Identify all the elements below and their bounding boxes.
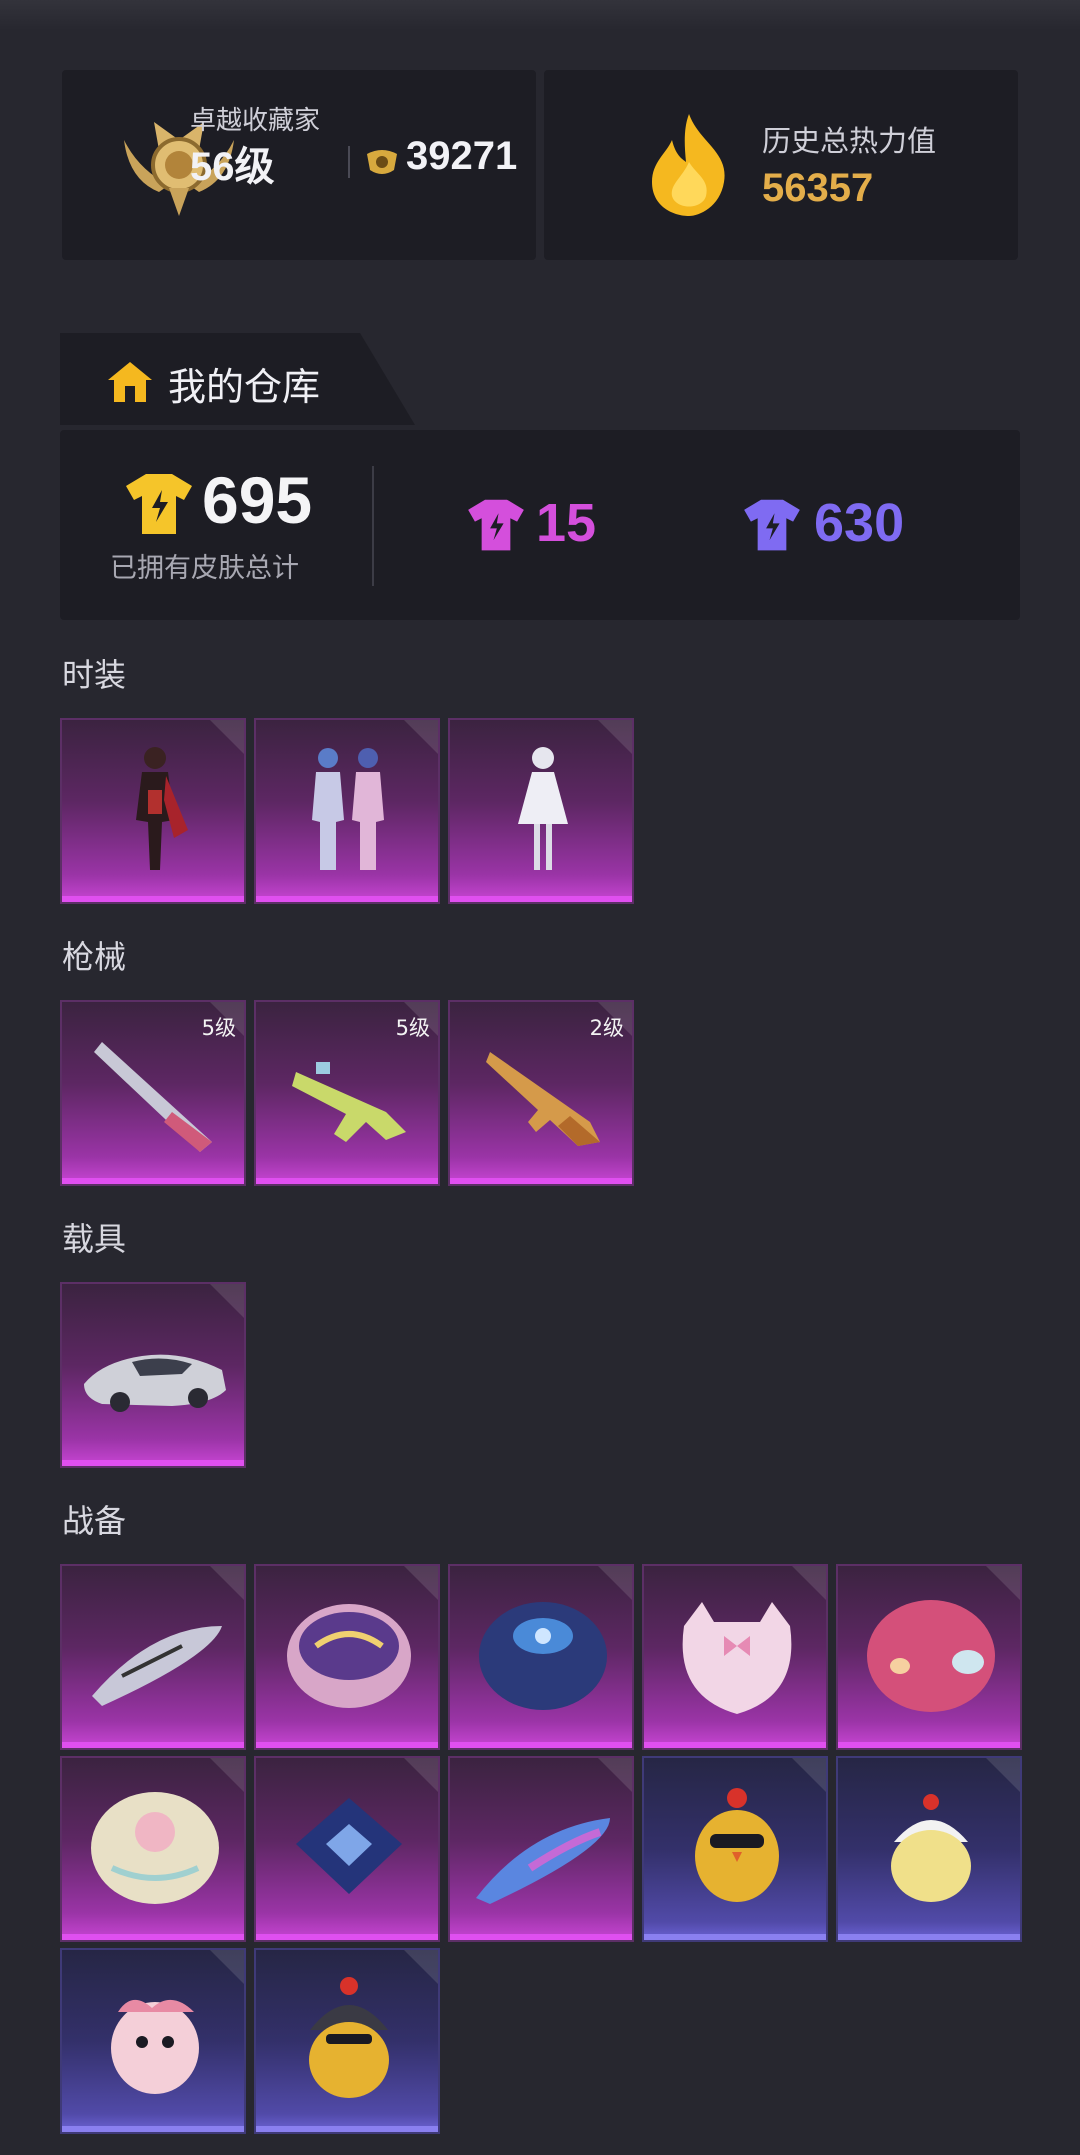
gold-shirt-icon: [126, 474, 192, 534]
item-tile-gear-3[interactable]: [448, 1564, 634, 1750]
item-tile-outfit-1[interactable]: [60, 718, 246, 904]
parachute-purple-gold-image: [287, 1604, 411, 1708]
purple-shirt-icon: [744, 499, 800, 551]
top-bar: [0, 0, 1080, 30]
item-tile-gear-5[interactable]: [836, 1564, 1022, 1750]
parachute-cream-image: [91, 1792, 219, 1904]
section-title-outfits: 时装: [62, 656, 127, 694]
skin-stats-card: 695 已拥有皮肤总计 15 630: [60, 430, 1020, 620]
item-tile-vehicle-1[interactable]: [60, 1282, 246, 1468]
red-armor-outfit-image: [136, 747, 188, 870]
heat-value: 56357: [762, 166, 874, 210]
item-tile-gear-2[interactable]: [254, 1564, 440, 1750]
parachute-blue-image: [479, 1602, 607, 1710]
item-tile-gear-8[interactable]: [448, 1756, 634, 1942]
item-tile-weapon-2[interactable]: 5级: [254, 1000, 440, 1186]
item-tile-gear-10[interactable]: [836, 1756, 1022, 1942]
chick-helmet-image: [309, 1977, 389, 2098]
purple-skin-count: 630: [814, 493, 905, 553]
total-skin-label: 已拥有皮肤总计: [110, 553, 299, 584]
total-skin-count: 695: [202, 463, 313, 537]
pink-shirt-icon: [468, 499, 524, 551]
chick-white-hat-image: [891, 1794, 971, 1902]
chick-sunglasses-image: [695, 1788, 779, 1902]
item-tile-gear-9[interactable]: [642, 1756, 828, 1942]
item-tile-gear-1[interactable]: [60, 1564, 246, 1750]
item-tile-gear-7[interactable]: [254, 1756, 440, 1942]
warehouse-title: 我的仓库: [168, 365, 321, 409]
section-title-vehicles: 载具: [62, 1220, 127, 1258]
glider-blue-purple-image: [476, 1818, 610, 1904]
pink-skin-count: 15: [536, 493, 597, 553]
silver-sports-car-image: [84, 1354, 226, 1412]
item-tile-gear-6[interactable]: [60, 1756, 246, 1942]
parachute-blue-square-image: [296, 1798, 402, 1894]
stats-divider: [372, 466, 374, 586]
rifle-skin-image: [486, 1052, 600, 1146]
points-badge-icon: [367, 150, 397, 174]
parachute-red-pattern-image: [867, 1600, 995, 1712]
twin-suits-outfit-image: [312, 748, 384, 870]
section-title-gear: 战备: [62, 1502, 127, 1540]
item-tile-weapon-3[interactable]: 2级: [448, 1000, 634, 1186]
house-icon: [108, 362, 152, 402]
item-tile-gear-4[interactable]: [642, 1564, 828, 1750]
item-tile-gear-11[interactable]: [60, 1948, 246, 2134]
history-heat-card[interactable]: 历史总热力值 56357: [544, 70, 1018, 260]
item-tile-weapon-1[interactable]: 5级: [60, 1000, 246, 1186]
collector-title: 卓越收藏家: [190, 106, 321, 136]
white-dress-outfit-image: [518, 747, 568, 870]
flame-icon: [652, 114, 725, 216]
shotgun-skin-image: [94, 1042, 212, 1152]
glider-white-image: [92, 1626, 222, 1706]
collector-points: 39271: [406, 134, 518, 178]
collector-rank-card[interactable]: 卓越收藏家 56级 39271: [62, 70, 536, 260]
item-tile-outfit-2[interactable]: [254, 718, 440, 904]
chick-pink-image: [111, 1999, 199, 2094]
item-tile-outfit-3[interactable]: [448, 718, 634, 904]
smg-skin-image: [292, 1062, 406, 1142]
collector-level: 56级: [190, 145, 275, 189]
heat-title: 历史总热力值: [762, 124, 937, 158]
parachute-pink-cat-image: [682, 1602, 792, 1714]
section-title-weapons: 枪械: [62, 938, 127, 976]
item-tile-gear-12[interactable]: [254, 1948, 440, 2134]
level-divider: [348, 146, 350, 178]
